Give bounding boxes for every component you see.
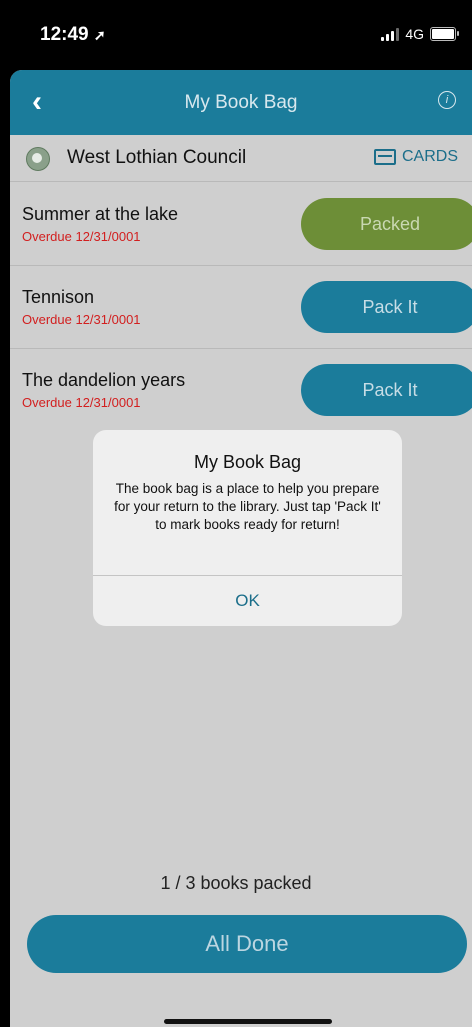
battery-icon: [430, 27, 459, 41]
dialog-message: The book bag is a place to help you prep…: [114, 481, 381, 532]
cards-label: CARDS: [401, 148, 458, 165]
status-time: 12:49 ➚: [40, 24, 106, 45]
book-due-date: Overdue 12/31/0001: [22, 229, 141, 244]
book-row: Summer at the lake Overdue 12/31/0001 Pa…: [10, 182, 472, 266]
signal-icon: [381, 27, 400, 41]
book-due-date: Overdue 12/31/0001: [22, 312, 141, 327]
status-right: 4G: [381, 26, 459, 42]
packed-button[interactable]: Packed: [301, 198, 472, 250]
nav-header: ‹ My Book Bag i: [10, 70, 472, 135]
network-label: 4G: [405, 26, 424, 42]
book-title: The dandelion years: [22, 370, 186, 390]
info-icon[interactable]: i: [438, 91, 456, 109]
library-name: West Lothian Council: [67, 147, 247, 168]
pack-it-button[interactable]: Pack It: [301, 364, 472, 416]
book-due-date: Overdue 12/31/0001: [22, 395, 141, 410]
info-dialog: My Book Bag The book bag is a place to h…: [93, 430, 402, 626]
home-indicator[interactable]: [164, 1019, 332, 1024]
book-row: Tennison Overdue 12/31/0001 Pack It: [10, 265, 472, 349]
library-row: West Lothian Council CARDS: [10, 135, 472, 182]
library-logo: [26, 147, 50, 171]
page-title: My Book Bag: [184, 91, 298, 113]
ok-button[interactable]: OK: [93, 576, 402, 626]
packed-count: 1 / 3 books packed: [160, 873, 312, 893]
pack-it-button[interactable]: Pack It: [301, 281, 472, 333]
book-title: Tennison: [22, 287, 95, 307]
card-icon: [373, 149, 396, 165]
back-button[interactable]: ‹: [32, 87, 42, 117]
book-row: The dandelion years Overdue 12/31/0001 P…: [10, 348, 472, 431]
all-done-button[interactable]: All Done: [27, 915, 467, 973]
dialog-title: My Book Bag: [193, 452, 302, 472]
location-arrow-icon: ➚: [93, 27, 106, 43]
book-title: Summer at the lake: [22, 204, 179, 224]
status-bar: 12:49 ➚ 4G: [0, 0, 472, 70]
cards-button[interactable]: CARDS: [373, 148, 458, 166]
